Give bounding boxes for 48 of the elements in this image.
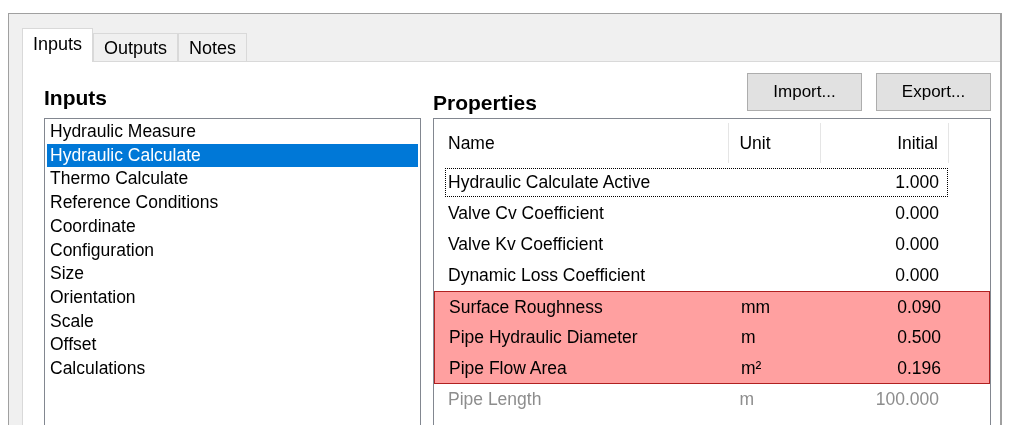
table-row[interactable]: Dynamic Loss Coefficient 0.000 [434,260,949,291]
table-cell-text: m [740,326,757,350]
table-row[interactable]: Hydraulic Calculate Active 1.000 [444,167,949,198]
list-item[interactable]: Reference Conditions [47,191,418,215]
table-cell-text: m² [740,356,763,380]
table-cell-text: 0.196 [896,356,942,380]
button[interactable]: Export... [876,73,991,111]
tab[interactable]: Notes [178,33,248,61]
list-item[interactable]: Hydraulic Measure [47,120,418,144]
table-cell-text: Valve Cv Coefficient [447,202,605,226]
table-row[interactable]: Valve Kv Coefficient 0.000 [434,229,949,260]
list-item[interactable]: Scale [47,309,418,334]
button[interactable]: Import... [747,73,862,111]
table-cell-text: Surface Roughness [448,295,604,319]
column-header[interactable]: Initial [821,123,949,163]
list-item[interactable]: Size [47,262,418,286]
column-header[interactable]: Unit [729,123,822,163]
list-item[interactable]: Orientation [47,285,418,310]
table-cell-text: Pipe Length [447,388,543,412]
table-row[interactable]: Pipe Hydraulic Diameter m 0.500 [434,322,990,353]
table-cell-text: m [738,388,755,412]
list-item[interactable]: Coordinate [47,214,418,239]
list-item[interactable]: Calculations [47,357,418,381]
table-cell-text: Dynamic Loss Coefficient [447,264,647,288]
table-cell-text: Pipe Flow Area [448,356,568,380]
tab[interactable]: Inputs [22,28,94,62]
table-row[interactable]: Surface Roughness mm 0.090 [434,291,990,322]
table-cell-text: 0.000 [894,264,940,288]
table-cell-text: mm [740,295,772,319]
inputs-heading: Inputs [44,86,108,110]
list-item[interactable]: Hydraulic Calculate [47,143,418,168]
table-cell-text: 0.000 [894,233,940,257]
table-cell-text: 0.090 [896,295,942,319]
list-item[interactable]: Offset [47,333,418,358]
list-item[interactable]: Configuration [47,238,418,263]
table-cell-text: Pipe Hydraulic Diameter [448,326,639,350]
table-cell-text: Hydraulic Calculate Active [447,171,652,195]
table-cell-text: 1.000 [894,171,940,195]
table-cell-text: 0.000 [894,202,940,226]
table-cell-text: 0.500 [896,326,942,350]
table-row[interactable]: Valve Cv Coefficient 0.000 [434,198,949,229]
table-row[interactable]: Pipe Flow Area m² 0.196 [434,353,990,384]
table-cell-text: Valve Kv Coefficient [447,233,604,257]
table-cell-text: 100.000 [874,388,940,412]
properties-heading: Properties [433,91,537,115]
column-header[interactable]: Name [434,123,730,163]
list-item[interactable]: Thermo Calculate [47,167,418,192]
tab[interactable]: Outputs [93,33,179,61]
